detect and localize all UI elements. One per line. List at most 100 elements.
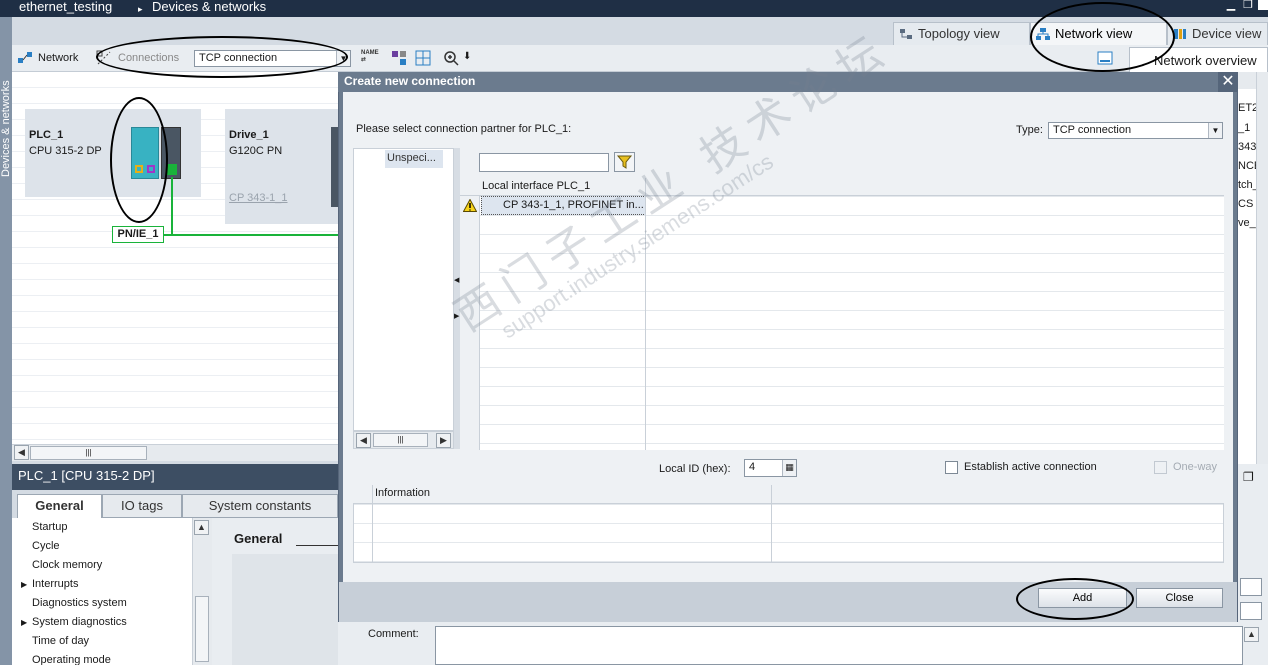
nav-item-system-diagnostics[interactable]: ▶ System diagnostics (21, 616, 127, 628)
expand-right-icon[interactable]: ▶ (454, 312, 459, 320)
information-header: Information (353, 485, 1224, 563)
drive-type: G120C PN (229, 145, 283, 157)
warning-icon (463, 199, 477, 212)
property-field[interactable] (1240, 578, 1262, 596)
expand-arrow-icon[interactable]: ▶ (21, 580, 27, 589)
column-local-interface[interactable]: Local interface PLC_1 (482, 180, 590, 192)
plc-device[interactable]: PLC_1 CPU 315-2 DP (25, 109, 201, 197)
scroll-thumb[interactable]: ||| (30, 446, 147, 460)
partner-list-scrollbar[interactable]: ◀ ||| ▶ (353, 431, 454, 449)
collapse-left-icon[interactable]: ◀ (454, 276, 459, 284)
nav-tree-scrollbar[interactable]: ▲ (192, 518, 212, 665)
tab-general[interactable]: General (17, 494, 102, 518)
scroll-up-icon[interactable]: ▲ (194, 520, 209, 535)
local-id-label: Local ID (hex): (659, 463, 731, 475)
one-way-checkbox[interactable] (1154, 461, 1167, 474)
connections-mode-button[interactable]: Connections (118, 52, 179, 64)
drive-name: Drive_1 (229, 129, 269, 141)
filter-bar (460, 148, 1224, 178)
float-panel-icon[interactable]: ❐ (1243, 470, 1254, 484)
property-field[interactable] (1240, 602, 1262, 620)
cp-module[interactable] (161, 127, 181, 179)
tab-network-view[interactable]: Network view (1030, 22, 1167, 45)
canvas-horizontal-scrollbar[interactable]: ◀ ||| (12, 444, 338, 461)
filter-icon[interactable] (614, 152, 635, 172)
nav-item-cycle[interactable]: Cycle (32, 540, 60, 552)
filter-input[interactable] (479, 153, 609, 172)
cpu-module[interactable] (131, 127, 159, 179)
tab-topology-view[interactable]: Topology view (893, 22, 1030, 45)
local-id-input[interactable]: 4 ▦ (744, 459, 797, 477)
comment-field[interactable] (435, 626, 1243, 665)
subnet-label[interactable]: PN/IE_1 (112, 226, 164, 243)
scroll-thumb[interactable] (195, 596, 209, 662)
device-icon (1174, 29, 1186, 39)
nav-item-interrupts[interactable]: ▶ Interrupts (21, 578, 78, 590)
side-tab-devices-networks[interactable]: Devices & networks (0, 17, 12, 665)
connection-type-select[interactable]: TCP connection ▼ (194, 50, 351, 67)
dialog-type-select[interactable]: TCP connection ▼ (1048, 122, 1223, 139)
layout-icon[interactable] (391, 50, 407, 66)
establish-active-checkbox[interactable] (945, 461, 958, 474)
column-divider (771, 485, 772, 563)
column-divider (645, 196, 646, 450)
scroll-right-icon[interactable]: ▶ (436, 433, 451, 448)
tab-io-tags[interactable]: IO tags (102, 494, 182, 518)
establish-active-label: Establish active connection (964, 461, 1097, 473)
network-overview-panel: ET200 _1 343-1 NCE X tch_1 CS G_ ve_1 (1236, 72, 1268, 464)
topology-icon (900, 29, 912, 39)
scroll-thumb[interactable]: ||| (373, 433, 428, 447)
zoom-in-icon[interactable] (443, 50, 459, 66)
network-canvas[interactable]: PLC_1 CPU 315-2 DP Drive_1 G120C PN CP 3… (12, 72, 338, 444)
network-mode-button[interactable]: Network (38, 52, 78, 64)
scroll-left-icon[interactable]: ◀ (14, 445, 29, 460)
close-button[interactable]: Close (1136, 588, 1223, 608)
nav-item-operating-mode[interactable]: Operating mode (32, 654, 111, 665)
column-divider (645, 178, 646, 196)
network-icon (1036, 28, 1050, 40)
section-divider (296, 545, 338, 546)
restore-icon[interactable]: ❐ (1243, 0, 1253, 11)
expand-arrow-icon[interactable]: ▶ (21, 618, 27, 627)
zoom-dropdown-icon[interactable]: ⬇ (463, 51, 471, 62)
mpi-port-icon (147, 165, 155, 173)
nav-item-diagnostics-system[interactable]: Diagnostics system (32, 597, 127, 609)
tab-system-constants[interactable]: System constants (182, 494, 338, 518)
profinet-port-icon (166, 164, 177, 175)
nav-item-startup[interactable]: Startup (32, 521, 67, 533)
tab-device-view[interactable]: Device view (1167, 22, 1268, 45)
nav-item-clock-memory[interactable]: Clock memory (32, 559, 102, 571)
table-cell-interface[interactable]: CP 343-1_1, PROFINET in... (481, 196, 646, 215)
inspector-title: PLC_1 [CPU 315-2 DP] (12, 464, 338, 490)
overview-vertical-scrollbar[interactable] (1256, 72, 1268, 464)
inspector-content: General (212, 518, 338, 665)
partner-unspecified[interactable]: Unspeci... (385, 150, 443, 168)
minimize-icon[interactable]: ▁ (1226, 0, 1236, 11)
one-way-label: One-way (1173, 461, 1218, 473)
section-heading: General (234, 531, 283, 546)
comment-scroll-up-icon[interactable]: ▲ (1244, 627, 1259, 642)
title-bar: ethernet_testing ▸ Devices & networks ▁ … (0, 0, 1268, 17)
scroll-left-icon[interactable]: ◀ (356, 433, 371, 448)
add-button[interactable]: Add (1038, 588, 1127, 608)
right-properties-strip: ❐ (1238, 464, 1268, 622)
partner-list[interactable] (353, 148, 454, 431)
inspector-tabs: General IO tags System constants (12, 490, 338, 518)
dialog-close-icon[interactable]: ✕ (1218, 72, 1238, 92)
tab-network-overview[interactable]: Network overview (1129, 47, 1268, 72)
column-divider (372, 485, 373, 563)
close-window-icon[interactable] (1258, 0, 1268, 10)
interface-table[interactable] (460, 178, 1224, 450)
side-tab-label: Devices & networks (0, 80, 12, 177)
nav-item-time-of-day[interactable]: Time of day (32, 635, 89, 647)
network-toolbar: Network Connections TCP connection ▼ NAM… (12, 45, 1268, 72)
overview-toggle-icon[interactable] (1097, 50, 1113, 66)
grid-icon[interactable] (415, 50, 431, 66)
page-title: Devices & networks (152, 0, 267, 14)
id-picker-icon[interactable]: ▦ (782, 460, 796, 476)
drive-device[interactable]: Drive_1 G120C PN CP 343-1_1 (225, 109, 338, 224)
show-names-icon[interactable]: NAME ⇄ (361, 50, 379, 66)
dialog-title: Create new connection (338, 72, 1238, 92)
overview-row[interactable]: _1 (1238, 122, 1250, 134)
table-row[interactable]: CP 343-1_1, PROFINET in... (460, 196, 646, 215)
